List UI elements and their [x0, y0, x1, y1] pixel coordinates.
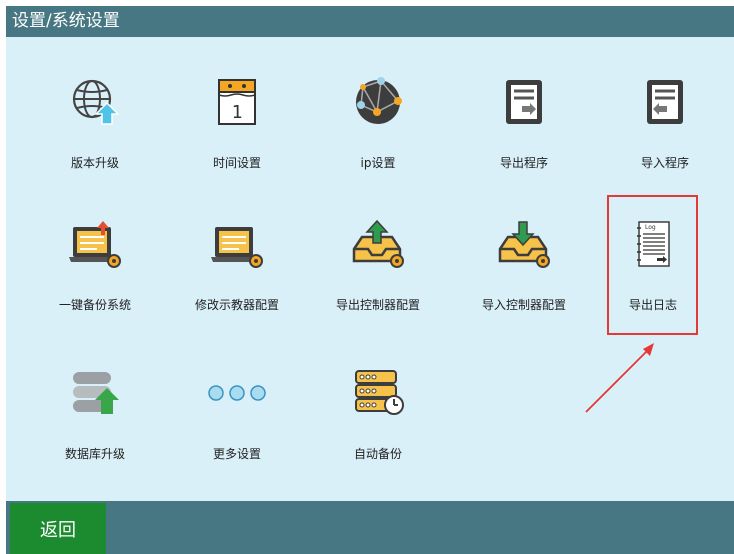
tile-version-upgrade[interactable]: 版本升级: [35, 70, 155, 180]
tile-import-program[interactable]: 导入程序: [605, 70, 725, 180]
tile-label: 修改示教器配置: [194, 298, 279, 312]
calendar-day: 1: [232, 102, 243, 123]
tile-label: 数据库升级: [64, 447, 125, 461]
tile-database-upgrade[interactable]: 数据库升级: [35, 361, 155, 471]
tile-label: 导出控制器配置: [335, 298, 420, 312]
highlight-box: [607, 195, 698, 335]
tile-teach-pendant-config[interactable]: 修改示教器配置: [177, 212, 297, 322]
tile-label: ip设置: [360, 156, 396, 170]
tile-export-program[interactable]: 导出程序: [464, 70, 584, 180]
tile-more-settings[interactable]: 更多设置: [177, 361, 297, 471]
tile-import-controller-config[interactable]: 导入控制器配置: [464, 212, 584, 322]
more-dots-icon: [205, 361, 269, 425]
back-button[interactable]: 返回: [10, 503, 106, 554]
export-controller-config-icon: [346, 212, 410, 276]
globe-upgrade-icon: [63, 70, 127, 134]
network-sphere-icon: [346, 70, 410, 134]
title-bar: 设置/系统设置: [6, 6, 734, 37]
tile-label: 导出程序: [499, 156, 548, 170]
teach-pendant-config-icon: [205, 212, 269, 276]
tile-export-controller-config[interactable]: 导出控制器配置: [318, 212, 438, 322]
bottom-bar: 返回: [6, 501, 734, 554]
tile-label: 更多设置: [212, 447, 261, 461]
auto-backup-icon: [346, 361, 410, 425]
database-upgrade-icon: [63, 361, 127, 425]
backup-system-icon: [63, 212, 127, 276]
export-program-icon: [492, 70, 556, 134]
tile-label: 导入程序: [640, 156, 689, 170]
tile-label: 版本升级: [70, 156, 119, 170]
calendar-icon: 1: [205, 70, 269, 134]
tile-ip-settings[interactable]: ip设置: [318, 70, 438, 180]
tile-label: 时间设置: [212, 156, 261, 170]
settings-window: 设置/系统设置 版本升级 1 时间设置 ip设置 导出程序 导入程序 一键备份系…: [6, 6, 734, 554]
tile-label: 导入控制器配置: [481, 298, 566, 312]
tile-one-key-backup[interactable]: 一键备份系统: [35, 212, 155, 322]
tile-label: 一键备份系统: [58, 298, 131, 312]
page-title: 设置/系统设置: [12, 11, 120, 31]
import-controller-config-icon: [492, 212, 556, 276]
tile-time-settings[interactable]: 1 时间设置: [177, 70, 297, 180]
tile-label: 自动备份: [353, 447, 402, 461]
import-program-icon: [633, 70, 697, 134]
tile-auto-backup[interactable]: 自动备份: [318, 361, 438, 471]
